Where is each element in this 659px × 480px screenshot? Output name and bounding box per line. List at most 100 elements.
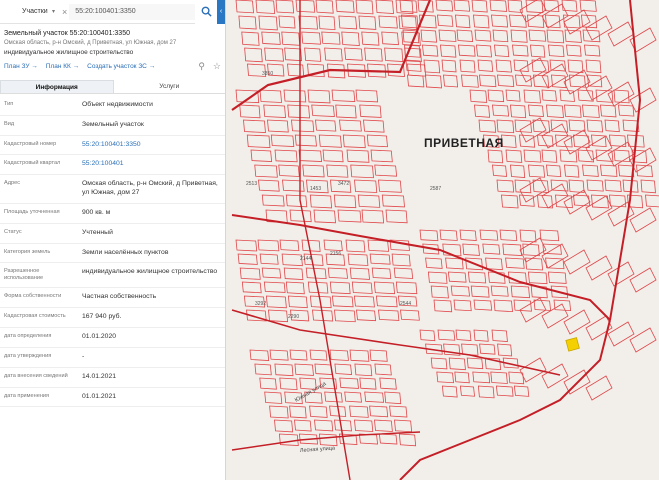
object-title: Земельный участок 55:20:100401:3350 xyxy=(4,30,130,37)
place-label: ПРИВЕТНАЯ xyxy=(424,136,504,150)
parcel-outline xyxy=(241,31,260,46)
property-row: Разрешенное использование индивидуальное … xyxy=(0,263,225,289)
share-icon[interactable]: ⚲ xyxy=(198,61,205,72)
collapse-panel-button[interactable]: ‹ xyxy=(217,0,225,24)
parcel-outline xyxy=(354,419,374,432)
close-icon[interactable]: × xyxy=(60,7,69,17)
parcel-outline xyxy=(361,209,385,224)
parcel-outline xyxy=(445,257,464,270)
parcel-outline xyxy=(487,149,504,164)
parcel-outline xyxy=(423,59,441,74)
parcel-outline xyxy=(490,285,509,297)
parcel-outline xyxy=(301,31,321,45)
plan-zu-link[interactable]: План ЗУ → xyxy=(4,63,38,70)
parcel-outline xyxy=(379,377,397,390)
parcel-outline xyxy=(361,31,380,46)
parcel-outline xyxy=(450,285,470,297)
parcel-outline xyxy=(541,363,569,389)
parcel-outline xyxy=(563,249,591,275)
property-value: - xyxy=(82,352,85,360)
parcel-outline xyxy=(289,349,308,361)
parcel-outline xyxy=(492,104,510,117)
property-key: дата внесения сведений xyxy=(4,372,68,379)
parcel-outline xyxy=(455,14,471,29)
parcel-outline xyxy=(285,194,308,208)
star-icon[interactable]: ☆ xyxy=(213,61,221,72)
property-value: Земли населённых пунктов xyxy=(82,248,169,256)
property-value: Объект недвижимости xyxy=(82,101,153,108)
parcel-outline xyxy=(419,229,439,242)
parcel-number: 2587 xyxy=(430,186,441,192)
parcel-outline xyxy=(491,14,509,28)
search-type-select[interactable]: Участки ▾ xyxy=(0,8,60,15)
parcel-outline xyxy=(274,149,298,163)
property-value-link[interactable]: 55:20:100401:3350 xyxy=(76,141,221,150)
search-button[interactable] xyxy=(195,0,217,24)
parcel-outline xyxy=(237,253,258,265)
parcel-outline xyxy=(235,89,260,104)
parcel-outline xyxy=(586,119,604,133)
parcel-outline xyxy=(321,31,341,45)
parcel-outline xyxy=(287,295,308,309)
parcel-outline xyxy=(582,104,600,118)
parcel-outline xyxy=(359,104,382,118)
parcel-outline xyxy=(501,194,519,209)
parcel-outline xyxy=(513,385,530,397)
property-value: 01.01.2021 xyxy=(82,392,117,400)
parcel-outline xyxy=(254,363,272,376)
parcel-outline xyxy=(349,267,370,280)
plan-kk-link[interactable]: План КК → xyxy=(46,63,79,70)
parcel-outline xyxy=(324,47,343,62)
parcel-outline xyxy=(250,149,273,163)
parcel-outline xyxy=(344,47,363,61)
property-row: дата внесения сведений 14.01.2021 xyxy=(0,368,225,388)
parcel-outline xyxy=(313,209,336,224)
info-panel: Участки ▾ × ‹ Земельный участок 55:20:10… xyxy=(0,0,226,480)
object-actions: План ЗУ → План КК → Создать участок ЗС →… xyxy=(4,61,221,72)
parcel-outline xyxy=(359,377,377,390)
parcel-outline xyxy=(370,149,393,163)
parcel-outline xyxy=(354,179,378,193)
parcel-outline xyxy=(458,44,476,57)
parcel-outline xyxy=(525,257,544,271)
parcel-number: 2144 xyxy=(300,256,311,262)
parcel-outline xyxy=(314,419,334,432)
property-value-link[interactable]: 55:20:100401 xyxy=(76,160,221,169)
parcel-outline xyxy=(541,243,569,269)
parcel-outline xyxy=(346,149,370,163)
parcel-outline xyxy=(607,21,635,47)
tab-information[interactable]: Информация xyxy=(0,80,114,93)
parcel-outline xyxy=(519,194,535,207)
parcel-outline xyxy=(473,329,489,342)
property-row: Кадастровая стоимость 167 940 руб. xyxy=(0,308,225,329)
properties-list: Тип Объект недвижимости Вид Земельный участ… xyxy=(0,94,225,408)
parcel-outline xyxy=(275,0,295,14)
create-ozs-link[interactable]: Создать участок ЗС → xyxy=(87,63,155,70)
parcel-outline xyxy=(629,207,657,233)
parcel-outline xyxy=(474,29,492,42)
street-label: Южная улица xyxy=(294,381,328,404)
property-key: дата применения xyxy=(4,392,50,399)
tab-services[interactable]: Услуги xyxy=(114,80,226,93)
parcel-outline xyxy=(305,267,327,280)
parcel-outline xyxy=(459,385,475,397)
parcel-outline xyxy=(467,271,487,284)
parcel-outline xyxy=(564,104,582,118)
search-input[interactable] xyxy=(69,3,195,20)
settlement-boundary xyxy=(609,0,642,321)
parcel-outline xyxy=(267,119,289,133)
parcel-outline xyxy=(448,357,466,371)
parcel-outline xyxy=(355,0,374,15)
parcel-outline xyxy=(398,433,417,447)
property-key: дата определения xyxy=(4,333,52,340)
parcel-outline xyxy=(264,391,283,404)
panel-tabs: Информация Услуги xyxy=(0,80,225,94)
property-key: Тип xyxy=(4,101,14,107)
parcel-outline xyxy=(473,299,493,311)
parcel-outline xyxy=(470,285,490,298)
parcel-outline xyxy=(585,255,613,281)
parcel-outline xyxy=(532,179,549,193)
parcel-outline xyxy=(265,295,287,309)
property-row: дата определения 01.01.2020 xyxy=(0,328,225,348)
parcel-outline xyxy=(298,15,318,30)
